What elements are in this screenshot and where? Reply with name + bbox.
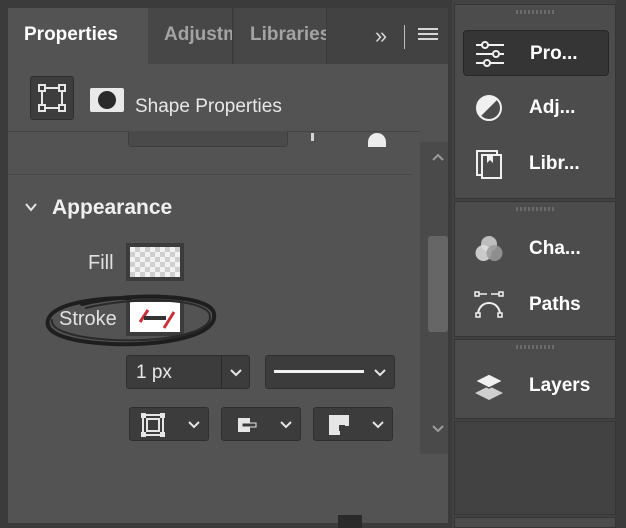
stroke-swatch[interactable] — [126, 298, 184, 336]
appearance-title: Appearance — [52, 196, 173, 219]
transform-frame-icon — [38, 84, 66, 112]
chevron-down-icon — [280, 421, 292, 429]
dock-group-grip[interactable] — [516, 10, 556, 14]
layers-icon — [473, 373, 505, 400]
section-divider — [8, 174, 412, 175]
collapsed-section-edge — [128, 131, 288, 147]
dock-item-paths[interactable]: Paths — [463, 282, 609, 328]
paths-icon — [474, 291, 504, 318]
chevron-down-icon — [230, 369, 242, 377]
scroll-up-icon[interactable] — [428, 150, 448, 166]
transparent-fill-preview — [130, 247, 180, 277]
dock-item-properties-label: Pro... — [530, 43, 578, 64]
chevron-down-icon — [374, 369, 386, 377]
channels-icon — [475, 236, 503, 261]
dock-item-libraries[interactable]: Libr... — [463, 141, 609, 187]
line-join-icon — [329, 415, 349, 435]
panel-resize-strip[interactable] — [338, 515, 362, 528]
stroke-align-select[interactable] — [129, 407, 209, 441]
panel-tab-bar: Properties Adjustm Libraries » — [8, 8, 448, 64]
chevron-down-icon — [188, 421, 200, 429]
stroke-width-value: 1 px — [136, 362, 172, 383]
tab-properties[interactable]: Properties — [8, 8, 148, 64]
tab-adjustments-label: Adjustm — [164, 24, 233, 45]
chevron-down-icon — [372, 421, 384, 429]
stroke-color-icon — [138, 309, 176, 329]
stroke-label: Stroke — [59, 308, 117, 330]
fill-swatch[interactable] — [126, 243, 184, 281]
stroke-align-inside-icon — [141, 413, 165, 437]
dock-empty-area — [454, 421, 616, 515]
dock-group-properties: Pro... Adj... Libr... — [454, 4, 616, 199]
dock-item-libraries-label: Libr... — [529, 153, 580, 174]
dock-group-channels: Cha... Paths — [454, 201, 616, 337]
tab-adjustments[interactable]: Adjustm — [148, 8, 233, 64]
dock-bottom-group — [454, 517, 616, 528]
appearance-section-header[interactable]: Appearance — [8, 190, 408, 232]
select-split — [221, 356, 222, 388]
line-cap-icon — [238, 418, 257, 432]
sliders-icon — [476, 41, 504, 67]
dock-group-grip[interactable] — [516, 345, 556, 349]
shape-properties-title: Shape Properties — [135, 96, 282, 117]
fill-label: Fill — [88, 252, 114, 274]
collapsed-panel-dock: Pro... Adj... Libr... Cha... Paths Layer… — [452, 0, 616, 528]
stroke-style-select[interactable] — [265, 355, 395, 389]
chevron-down-icon — [25, 203, 37, 212]
collapsed-slider-thumb[interactable] — [368, 133, 386, 147]
panel-menu-icon[interactable] — [418, 28, 438, 44]
dock-item-layers-label: Layers — [529, 375, 591, 396]
dock-item-channels[interactable]: Cha... — [463, 226, 609, 272]
scroll-down-icon[interactable] — [428, 420, 448, 436]
stroke-corner-select[interactable] — [313, 407, 393, 441]
dock-item-channels-label: Cha... — [529, 238, 581, 259]
dock-item-layers[interactable]: Layers — [463, 363, 609, 409]
dock-item-properties[interactable]: Pro... — [463, 30, 609, 76]
stroke-preview — [130, 302, 180, 332]
stroke-cap-select[interactable] — [221, 407, 301, 441]
collapse-tabs-icon[interactable]: » — [368, 22, 394, 50]
tab-libraries[interactable]: Libraries — [234, 8, 327, 64]
dock-item-adjustments[interactable]: Adj... — [463, 85, 609, 131]
shape-properties-icon-button[interactable] — [30, 76, 74, 120]
panel-scrollbar-thumb[interactable] — [428, 236, 448, 332]
dock-item-paths-label: Paths — [529, 294, 581, 315]
libraries-icon — [476, 150, 502, 179]
dock-group-grip[interactable] — [516, 207, 556, 211]
collapsed-section-tick — [311, 133, 314, 141]
stroke-width-select[interactable]: 1 px — [126, 355, 250, 389]
properties-panel: Properties Adjustm Libraries » Shape Pro… — [8, 8, 448, 523]
dock-group-layers: Layers — [454, 339, 616, 419]
tab-libraries-label: Libraries — [250, 24, 327, 45]
mask-properties-icon[interactable] — [90, 88, 124, 112]
tab-bar-divider — [404, 25, 405, 49]
adjustments-icon — [476, 95, 502, 121]
solid-line-preview — [274, 370, 364, 373]
dock-item-adjustments-label: Adj... — [529, 97, 576, 118]
tab-properties-label: Properties — [24, 24, 118, 45]
